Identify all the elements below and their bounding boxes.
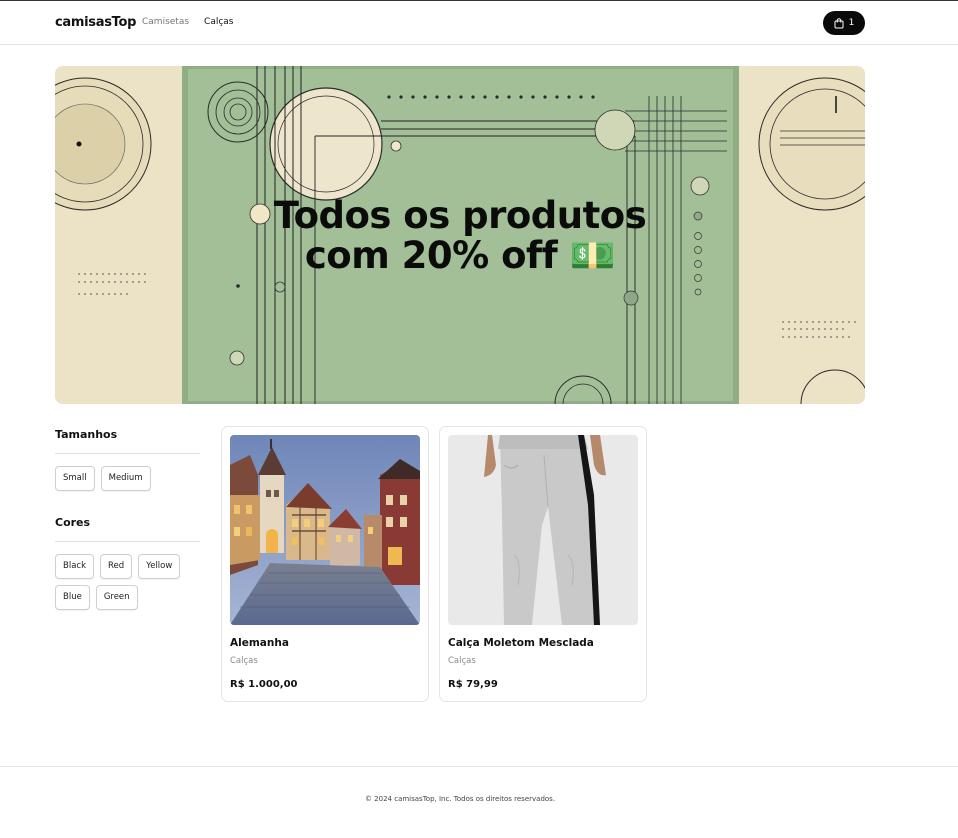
shopping-bag-icon [834,17,844,29]
product-card[interactable]: Calça Moletom Mesclada Calças R$ 79,99 [439,426,647,702]
cart-button[interactable]: 1 [823,11,865,35]
color-chip-red[interactable]: Red [100,554,133,579]
banner-headline-line2: com 20% off 💵 [304,234,616,277]
size-chip-small[interactable]: Small [55,466,95,491]
product-price: R$ 79,99 [448,679,498,690]
product-card[interactable]: Alemanha Calças R$ 1.000,00 [221,426,429,702]
product-category: Calças [448,656,476,666]
nav-link-camisetas[interactable]: Camisetas [142,17,189,27]
promo-banner[interactable]: Todos os produtos com 20% off 💵 [55,66,865,404]
site-footer: © 2024 camisasTop, Inc. Todos os direito… [0,766,958,838]
product-image-sweatpants[interactable] [448,435,638,625]
color-filter-group: Black Red Yellow Blue Green [55,554,200,610]
banner-headline: Todos os produtos com 20% off 💵 [55,196,865,276]
product-name[interactable]: Alemanha [230,637,289,649]
color-chip-green[interactable]: Green [95,585,138,610]
sizes-heading: Tamanhos [55,426,200,454]
color-chip-black[interactable]: Black [55,554,94,579]
banner-headline-line1: Todos os produtos [273,194,647,237]
site-header: camisasTop Camisetas Calças 1 [0,1,958,45]
product-image-town[interactable] [230,435,420,625]
colors-heading: Cores [55,514,200,542]
filters-sidebar: Tamanhos Small Medium Cores Black Red Ye… [55,426,200,610]
brand-logo[interactable]: camisasTop [55,15,136,30]
size-chip-medium[interactable]: Medium [100,466,151,491]
color-chip-blue[interactable]: Blue [55,585,90,610]
nav-link-calcas[interactable]: Calças [204,17,233,27]
size-filter-group: Small Medium [55,466,200,491]
product-category: Calças [230,656,258,666]
footer-copyright: © 2024 camisasTop, Inc. Todos os direito… [364,795,556,803]
product-price: R$ 1.000,00 [230,679,298,690]
product-name[interactable]: Calça Moletom Mesclada [448,637,594,649]
main-nav: Camisetas Calças [142,17,233,27]
cart-count: 1 [848,18,855,28]
color-chip-yellow[interactable]: Yellow [138,554,181,579]
